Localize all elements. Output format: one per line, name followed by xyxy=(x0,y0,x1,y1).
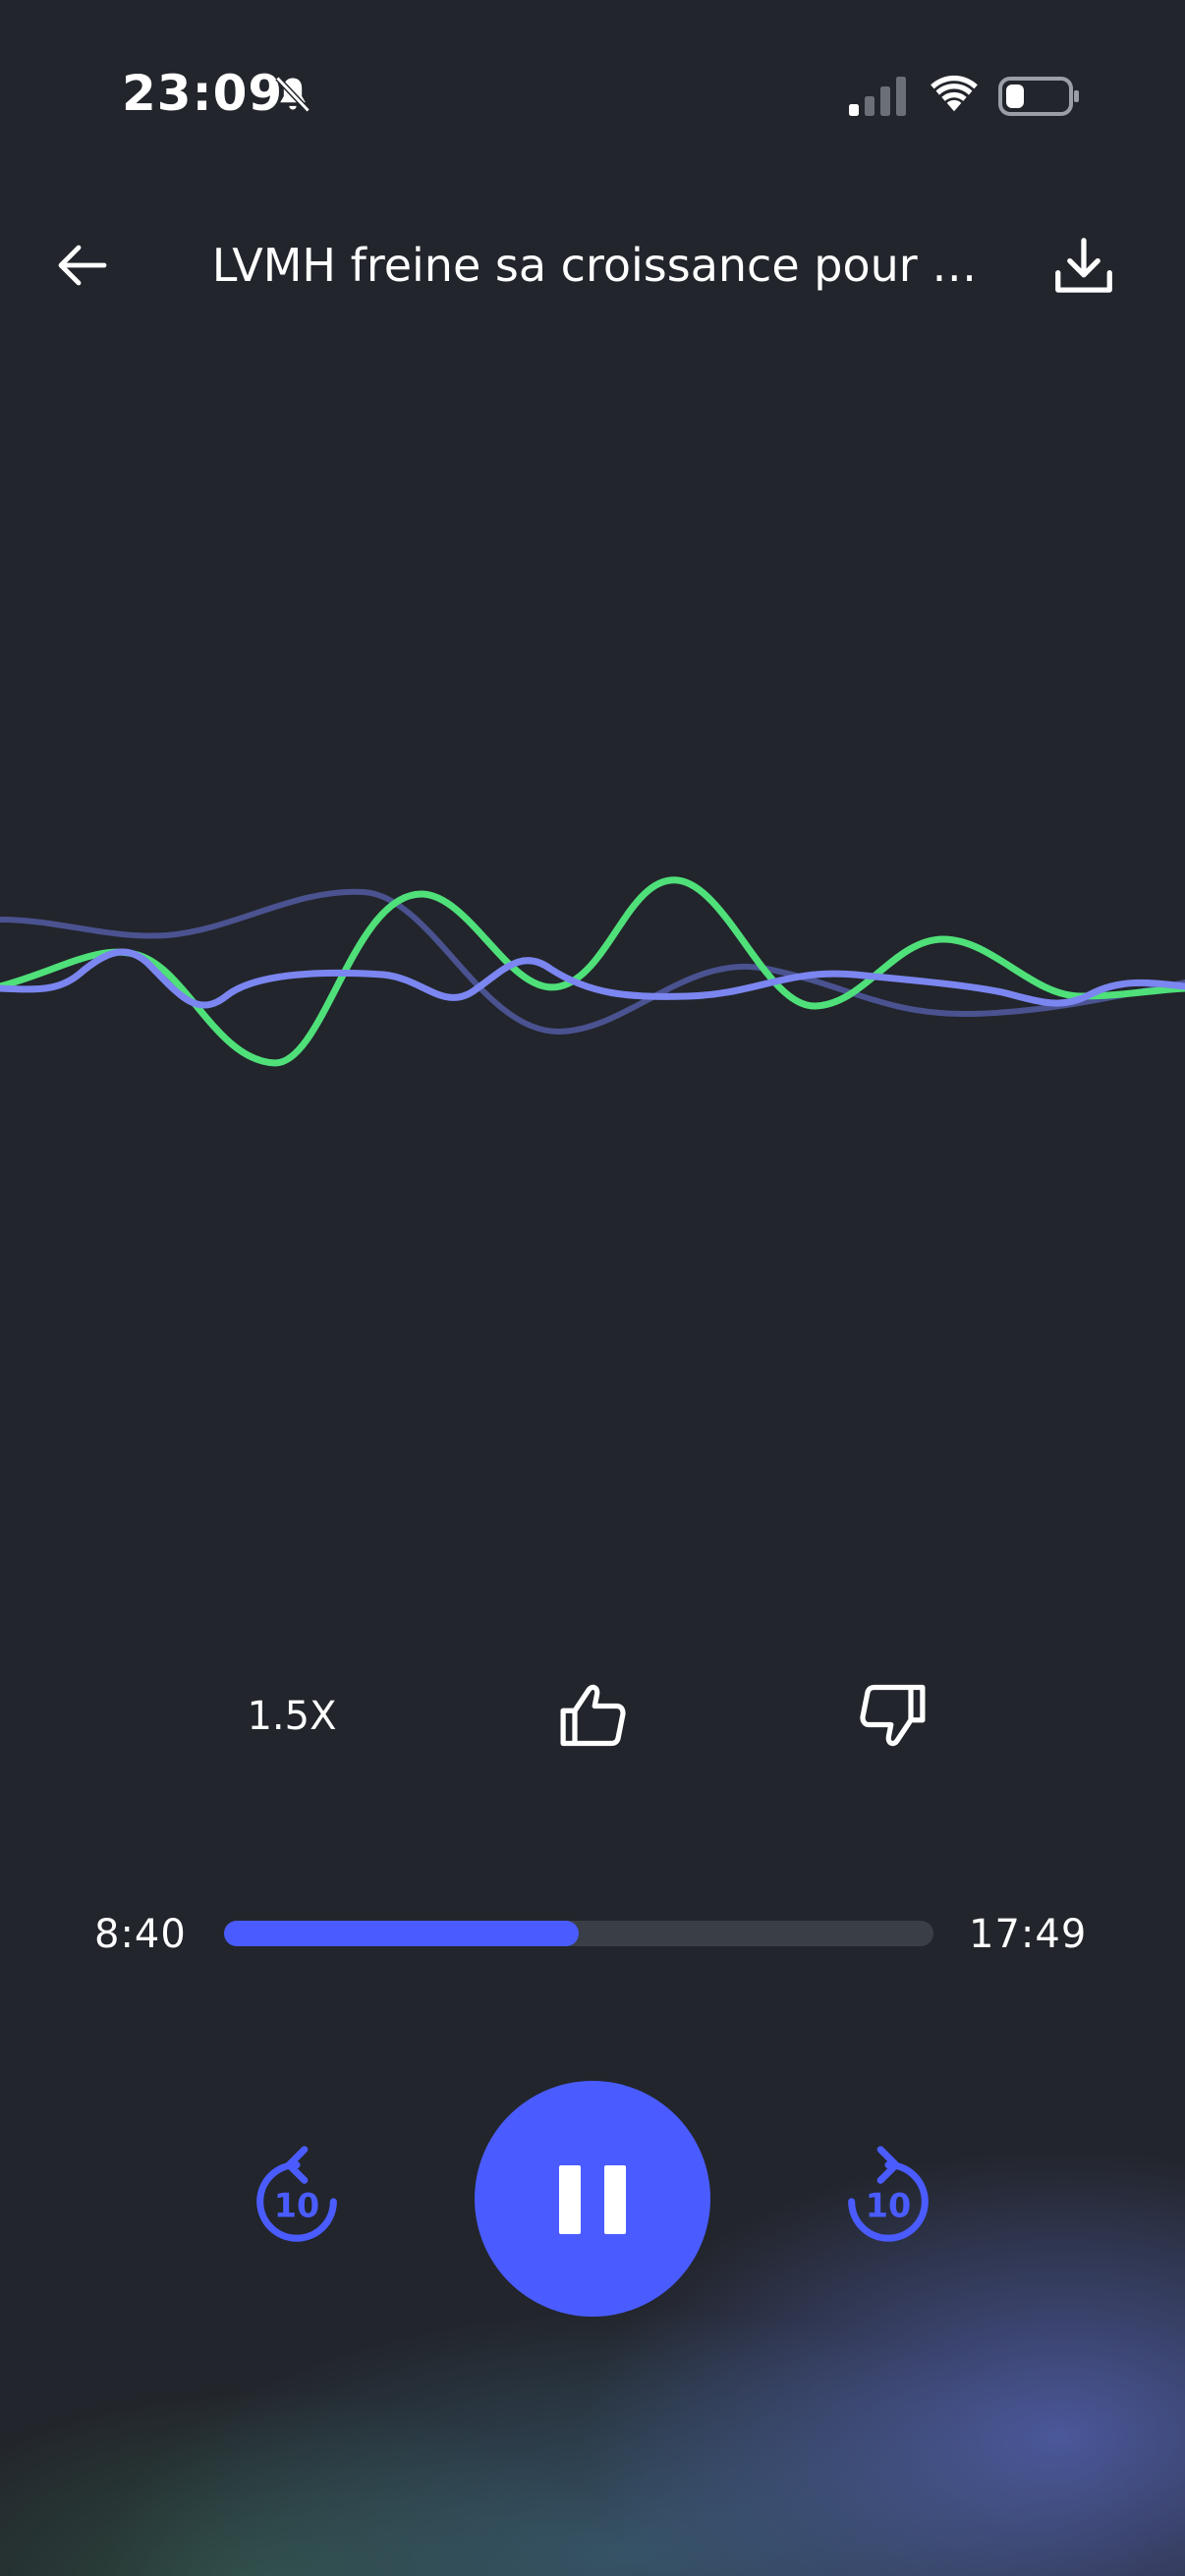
total-time: 17:49 xyxy=(969,1912,1088,1957)
status-time: 23:09 xyxy=(122,65,284,122)
signal-icon xyxy=(849,77,906,116)
rewind-10-button[interactable]: 10 xyxy=(250,2142,344,2250)
current-time: 8:40 xyxy=(94,1912,187,1957)
progress-slider[interactable] xyxy=(224,1921,933,1946)
thumbs-up-icon[interactable] xyxy=(556,1678,631,1753)
playback-speed-button[interactable]: 1.5X xyxy=(228,1682,356,1751)
audio-waveform xyxy=(0,876,1185,1067)
pause-button[interactable] xyxy=(475,2081,710,2317)
bell-off-icon xyxy=(275,76,310,113)
audio-player-screen: 23:09 LVMH freine sa croissance pour … 1… xyxy=(0,0,1185,2576)
progress-fill xyxy=(224,1921,579,1946)
thumbs-down-icon[interactable] xyxy=(855,1678,930,1753)
waveform-line-green xyxy=(0,876,1185,1067)
back-button[interactable] xyxy=(51,234,114,297)
episode-title: LVMH freine sa croissance pour … xyxy=(211,239,978,292)
rewind-label: 10 xyxy=(274,2187,319,2225)
forward-10-button[interactable]: 10 xyxy=(841,2142,935,2250)
battery-icon xyxy=(998,77,1079,116)
forward-label: 10 xyxy=(866,2187,911,2225)
pause-icon xyxy=(559,2165,626,2234)
download-button[interactable] xyxy=(1049,232,1118,301)
wifi-icon xyxy=(931,75,978,112)
